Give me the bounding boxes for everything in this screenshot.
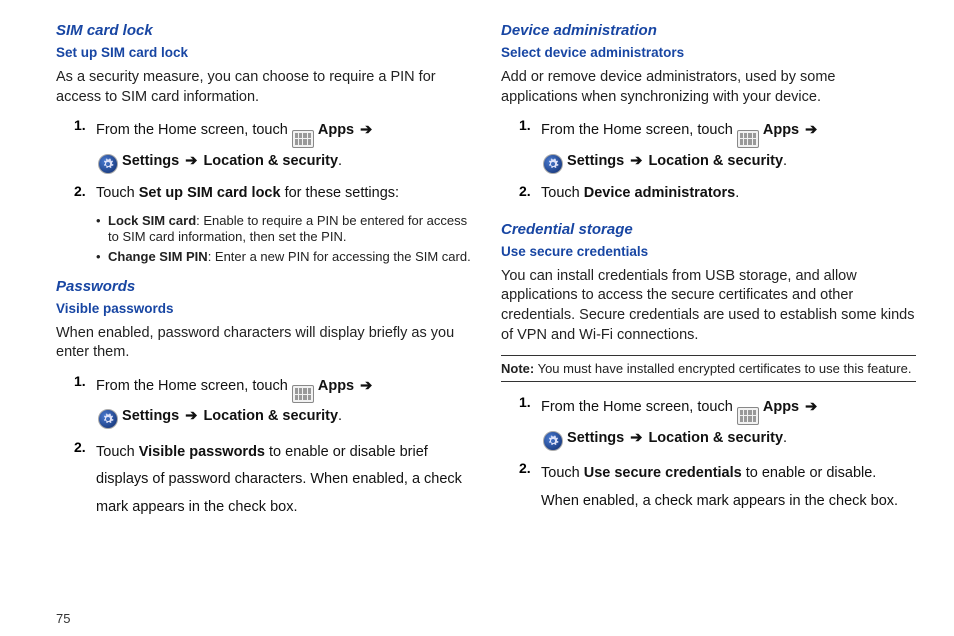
- apps-icon: [292, 385, 314, 403]
- sim-bullets: • Lock SIM card: Enable to require a PIN…: [56, 213, 471, 266]
- loc-sec-label: Location & security: [648, 430, 783, 446]
- text: Touch: [541, 465, 584, 481]
- pw-step1-body: From the Home screen, touch Apps ➔ Setti…: [96, 373, 471, 431]
- sub-visible-passwords: Visible passwords: [56, 301, 471, 316]
- cred-step2-body: Touch Use secure credentials to enable o…: [541, 460, 916, 515]
- sim-intro-text: As a security measure, you can choose to…: [56, 68, 471, 107]
- text: Touch: [96, 444, 139, 460]
- note-block: Note: You must have installed encrypted …: [501, 355, 916, 382]
- cred-step-1: 1. From the Home screen, touch Apps ➔ Se…: [501, 394, 916, 452]
- loc-sec-label: Location & security: [648, 153, 783, 169]
- page-body: SIM card lock Set up SIM card lock As a …: [56, 20, 916, 601]
- loc-sec-label: Location & security: [203, 153, 338, 169]
- text: : Enter a new PIN for accessing the SIM …: [208, 249, 471, 264]
- bold-term: Use secure credentials: [584, 465, 742, 481]
- apps-label: Apps: [763, 399, 799, 415]
- sub-select-admins: Select device administrators: [501, 45, 916, 60]
- step-number: 1.: [519, 117, 541, 175]
- settings-icon: [543, 154, 563, 174]
- sim-step2-body: Touch Set up SIM card lock for these set…: [96, 183, 471, 205]
- arrow-icon: ➔: [628, 430, 644, 446]
- step-number: 1.: [74, 373, 96, 431]
- loc-sec-label: Location & security: [203, 408, 338, 424]
- apps-label: Apps: [318, 122, 354, 138]
- right-column: Device administration Select device admi…: [501, 20, 916, 601]
- nav-text: From the Home screen, touch: [541, 399, 733, 415]
- apps-icon: [292, 130, 314, 148]
- nav-text: From the Home screen, touch: [541, 122, 733, 138]
- bullet-dot: •: [96, 249, 108, 265]
- apps-label: Apps: [318, 378, 354, 394]
- arrow-icon: ➔: [628, 153, 644, 169]
- sim-step-1: 1. From the Home screen, touch Apps ➔ Se…: [56, 117, 471, 175]
- step-number: 1.: [519, 394, 541, 452]
- text: for these settings:: [281, 185, 399, 201]
- settings-label: Settings: [122, 153, 179, 169]
- arrow-icon: ➔: [358, 122, 374, 138]
- dev-intro-text: Add or remove device administrators, use…: [501, 68, 916, 107]
- settings-icon: [98, 409, 118, 429]
- note-text: You must have installed encrypted certif…: [534, 361, 911, 376]
- sub-set-up-sim: Set up SIM card lock: [56, 45, 471, 60]
- bold-term: Lock SIM card: [108, 213, 196, 228]
- arrow-icon: ➔: [358, 378, 374, 394]
- bullet-lock-sim: • Lock SIM card: Enable to require a PIN…: [96, 213, 471, 246]
- nav-text: From the Home screen, touch: [96, 378, 288, 394]
- text: Touch: [96, 185, 139, 201]
- pw-intro-text: When enabled, password characters will d…: [56, 324, 471, 363]
- arrow-icon: ➔: [803, 122, 819, 138]
- apps-icon: [737, 130, 759, 148]
- dev-step-2: 2. Touch Device administrators.: [501, 183, 916, 205]
- step-number: 2.: [519, 183, 541, 205]
- section-credential-storage: Credential storage: [501, 221, 916, 238]
- note-label: Note:: [501, 361, 534, 376]
- sim-step1-body: From the Home screen, touch Apps ➔ Setti…: [96, 117, 471, 175]
- arrow-icon: ➔: [183, 408, 199, 424]
- settings-label: Settings: [122, 408, 179, 424]
- arrow-icon: ➔: [183, 153, 199, 169]
- dev-step1-body: From the Home screen, touch Apps ➔ Setti…: [541, 117, 916, 175]
- apps-icon: [737, 407, 759, 425]
- text: .: [735, 185, 739, 201]
- bold-term: Visible passwords: [139, 444, 265, 460]
- bold-term: Set up SIM card lock: [139, 185, 281, 201]
- settings-label: Settings: [567, 430, 624, 446]
- dev-step-1: 1. From the Home screen, touch Apps ➔ Se…: [501, 117, 916, 175]
- pw-step2-body: Touch Visible passwords to enable or dis…: [96, 439, 471, 522]
- cred-step-2: 2. Touch Use secure credentials to enabl…: [501, 460, 916, 515]
- cred-intro-text: You can install credentials from USB sto…: [501, 267, 916, 345]
- settings-icon: [98, 154, 118, 174]
- nav-text: From the Home screen, touch: [96, 122, 288, 138]
- dev-step2-body: Touch Device administrators.: [541, 183, 916, 205]
- sub-secure-credentials: Use secure credentials: [501, 244, 916, 259]
- section-sim-card-lock: SIM card lock: [56, 22, 471, 39]
- section-passwords: Passwords: [56, 278, 471, 295]
- pw-step-2: 2. Touch Visible passwords to enable or …: [56, 439, 471, 522]
- bold-term: Change SIM PIN: [108, 249, 208, 264]
- step-number: 2.: [74, 439, 96, 522]
- step-number: 2.: [519, 460, 541, 515]
- apps-label: Apps: [763, 122, 799, 138]
- cred-step1-body: From the Home screen, touch Apps ➔ Setti…: [541, 394, 916, 452]
- step-number: 2.: [74, 183, 96, 205]
- settings-label: Settings: [567, 153, 624, 169]
- page-number: 75: [56, 611, 916, 626]
- text: Touch: [541, 185, 584, 201]
- bullet-change-pin: • Change SIM PIN: Enter a new PIN for ac…: [96, 249, 471, 265]
- section-device-admin: Device administration: [501, 22, 916, 39]
- bullet-dot: •: [96, 213, 108, 246]
- sim-step-2: 2. Touch Set up SIM card lock for these …: [56, 183, 471, 205]
- settings-icon: [543, 431, 563, 451]
- left-column: SIM card lock Set up SIM card lock As a …: [56, 20, 471, 601]
- bold-term: Device administrators: [584, 185, 736, 201]
- arrow-icon: ➔: [803, 399, 819, 415]
- step-number: 1.: [74, 117, 96, 175]
- pw-step-1: 1. From the Home screen, touch Apps ➔ Se…: [56, 373, 471, 431]
